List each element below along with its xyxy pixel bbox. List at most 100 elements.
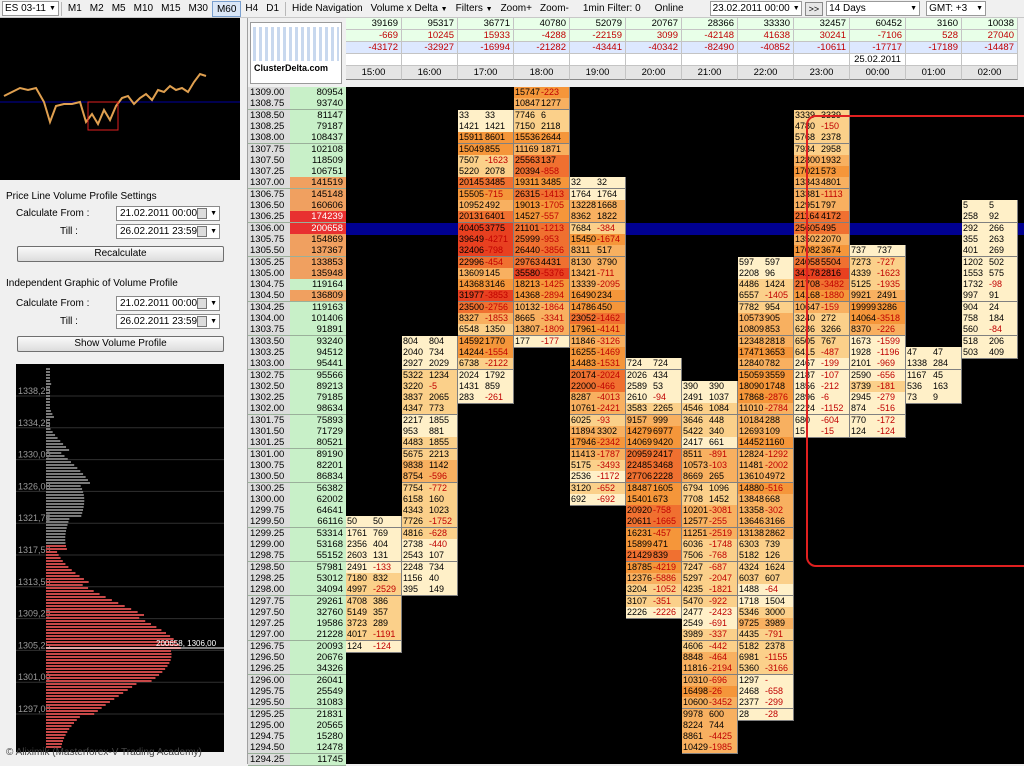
price-row[interactable]: 1298.75 55152 [248,550,346,563]
cluster-cell[interactable]: 17021 573 [794,166,850,179]
cluster-cell[interactable]: 15 -15 [794,426,850,438]
cluster-cell[interactable]: 6981 -1155 [738,652,794,664]
cluster-cell[interactable]: 724 724 [626,358,682,371]
cluster-cell[interactable]: 1488 -64 [738,584,794,597]
tf-m15[interactable]: M15 [157,1,184,17]
tf-m2[interactable]: M2 [86,1,108,17]
cluster-cell[interactable]: 6557 -1405 [738,290,794,303]
cluster-cell[interactable]: 8665 -3341 [514,313,570,325]
price-row[interactable]: 1299.25 53314 [248,527,346,540]
cluster-cell[interactable]: 680 -604 [794,414,850,427]
price-row[interactable]: 1305.25 133853 [248,256,346,269]
cluster-cell[interactable]: 4780 -150 [794,120,850,133]
price-row[interactable]: 1306.50 160606 [248,200,346,212]
cluster-cell[interactable]: 14483 -1531 [570,358,626,371]
tf-m10[interactable]: M10 [130,1,157,17]
cluster-cell[interactable]: 13848 668 [738,493,794,506]
cluster-cell[interactable]: 177 -177 [514,335,570,348]
cluster-cell[interactable]: 7180 832 [346,572,402,585]
cluster-cell[interactable]: 7782 954 [738,301,794,314]
cluster-cell[interactable]: 3739 -181 [850,380,906,393]
cluster-cell[interactable]: 8669 265 [682,471,738,484]
cluster-cell[interactable]: 21708 -3482 [794,279,850,292]
cluster-cell[interactable]: 2549 -691 [682,618,738,631]
cluster-cell[interactable]: 3646 448 [682,414,738,427]
price-row[interactable]: 1301.00 89190 [248,448,346,461]
cluster-grid[interactable]: 50 50 1761 769 2356 404 2603 131 2491 -133 7180 832… [346,87,1024,764]
cluster-cell[interactable]: 16231 -457 [626,527,682,540]
cluster-cell[interactable]: 16498 -26 [682,685,738,698]
cluster-cell[interactable]: 13358 -302 [738,505,794,518]
cluster-cell[interactable]: 8511 -891 [682,448,738,461]
cluster-cell[interactable]: 4339 -1623 [850,267,906,280]
zoom-out-button[interactable]: Zoom- [536,1,573,17]
cluster-cell[interactable]: 1156 40 [402,572,458,585]
price-row[interactable]: 1305.50 137367 [248,245,346,258]
cluster-cell[interactable]: 737 737 [850,245,906,258]
cluster-cell[interactable]: 39649 -4271 [458,233,514,246]
cluster-cell[interactable]: 10184 288 [738,414,794,427]
cluster-cell[interactable]: 5675 2213 [402,448,458,461]
time-header[interactable]: 00:00 [850,66,906,80]
cluster-cell[interactable]: 18090 1748 [738,380,794,393]
cluster-cell[interactable]: 21429 839 [626,550,682,563]
cluster-cell[interactable]: 692 -692 [570,493,626,506]
price-row[interactable]: 1306.25 174239 [248,211,346,224]
cluster-cell[interactable]: 4017 -1191 [346,629,402,642]
cluster-cell[interactable]: 2491 -133 [346,561,402,574]
cluster-cell[interactable]: 5346 3000 [738,606,794,619]
cluster-cell[interactable]: 7150 2118 [514,120,570,133]
cluster-cell[interactable]: 20174 -2024 [570,369,626,382]
cluster-cell[interactable]: 10429 -1985 [682,742,738,755]
cluster-cell[interactable]: 4435 -791 [738,629,794,642]
cluster-cell[interactable]: 55 [962,200,1018,212]
cluster-cell[interactable]: 2491 1037 [682,392,738,405]
cluster-cell[interactable]: 12693 109 [738,426,794,438]
cluster-cell[interactable]: 124 -124 [346,640,402,653]
tf-m1[interactable]: M1 [64,1,86,17]
cluster-cell[interactable]: 23052 -1462 [570,313,626,325]
cluster-cell[interactable]: 19013 -1705 [514,200,570,212]
symbol-select[interactable]: ES 03-11 ▼ [2,1,59,16]
show-volume-profile-button[interactable]: Show Volume Profile [17,336,224,352]
chevron-down-icon[interactable]: ▼ [210,315,217,328]
cluster-cell[interactable]: 1338 284 [906,358,962,371]
cluster-cell[interactable]: 15049 855 [458,143,514,156]
cluster-cell[interactable]: 6794 1096 [682,482,738,495]
price-row[interactable]: 1294.75 15280 [248,731,346,744]
price-row[interactable]: 1295.00 20565 [248,719,346,732]
cluster-cell[interactable]: 4347 773 [402,403,458,416]
cluster-cell[interactable]: 953 881 [402,426,458,438]
time-header[interactable]: 23:00 [794,66,850,80]
cluster-cell[interactable]: 518 206 [962,335,1018,348]
time-header[interactable]: 01:00 [906,66,962,80]
cluster-cell[interactable]: 6738 -2122 [458,358,514,371]
price-row[interactable]: 1301.75 75893 [248,414,346,427]
cluster-cell[interactable]: 5470 -922 [682,595,738,608]
cluster-cell[interactable]: 25999 -953 [514,233,570,246]
cluster-cell[interactable]: 390 390 [682,380,738,393]
cluster-cell[interactable]: 21164 4172 [794,211,850,224]
time-header[interactable]: 22:00 [738,66,794,80]
price-row[interactable]: 1301.50 71729 [248,426,346,438]
price-row[interactable]: 1304.00 101406 [248,313,346,325]
cluster-cell[interactable]: 4606 -442 [682,640,738,653]
cluster-cell[interactable]: 401 269 [962,245,1018,258]
cluster-cell[interactable]: 7506 -768 [682,550,738,563]
cluster-cell[interactable]: 13610 4972 [738,471,794,484]
price-row[interactable]: 1300.25 56382 [248,482,346,495]
price-row[interactable]: 1306.75 145148 [248,188,346,201]
cluster-cell[interactable]: 13609 145 [458,267,514,280]
cluster-cell[interactable]: 10573 905 [738,313,794,325]
cluster-cell[interactable]: 874 -516 [850,403,906,416]
tf-h4[interactable]: H4 [241,1,262,17]
price-row[interactable]: 1300.75 82201 [248,459,346,472]
cluster-cell[interactable]: 12577 -255 [682,516,738,529]
cluster-cell[interactable]: 1761 769 [346,527,402,540]
cluster-cell[interactable]: 8130 3790 [570,256,626,269]
cluster-cell[interactable]: 9838 1142 [402,459,458,472]
price-row[interactable]: 1297.50 32760 [248,606,346,619]
price-row[interactable]: 1298.50 57981 [248,561,346,574]
cluster-cell[interactable]: 8224 744 [682,719,738,732]
cluster-cell[interactable]: 2217 1855 [402,414,458,427]
